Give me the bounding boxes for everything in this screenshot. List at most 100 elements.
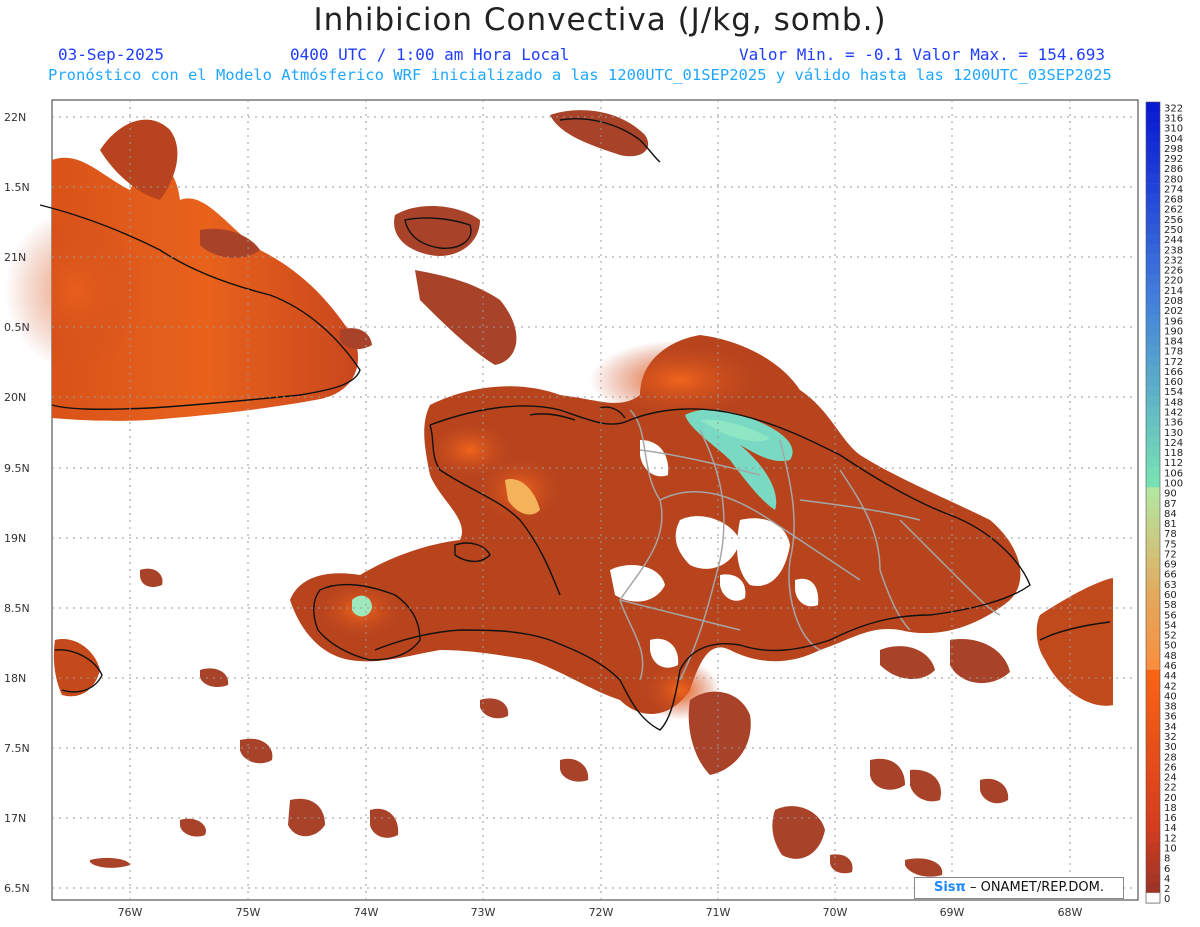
- legend-swatch: [1146, 497, 1160, 508]
- lon-label: 72W: [589, 906, 614, 919]
- legend-swatch: [1146, 578, 1160, 589]
- legend-swatch: [1146, 517, 1160, 529]
- legend-swatch: [1146, 467, 1160, 478]
- legend-swatch: [1146, 710, 1160, 721]
- legend-swatch: [1146, 862, 1160, 873]
- legend-swatch: [1146, 771, 1160, 782]
- legend-swatch: [1146, 203, 1160, 214]
- legend-swatch: [1145, 892, 1161, 904]
- legend-swatch: [1146, 720, 1160, 731]
- legend-swatch: [1146, 852, 1160, 863]
- legend-swatch: [1146, 406, 1160, 417]
- legend-swatch: [1146, 598, 1160, 610]
- legend-swatch: [1146, 750, 1160, 762]
- legend-swatch: [1146, 456, 1160, 468]
- legend-swatch: [1146, 558, 1160, 569]
- legend-swatch: [1146, 152, 1160, 164]
- legend-swatch: [1146, 548, 1160, 559]
- legend-swatch: [1146, 264, 1160, 275]
- legend-swatch: [1146, 700, 1160, 711]
- legend-swatch: [1146, 872, 1160, 884]
- legend-swatch: [1146, 649, 1160, 660]
- legend-swatch: [1146, 761, 1160, 772]
- legend-swatch: [1146, 821, 1160, 833]
- lat-label: 1.5N: [4, 181, 30, 194]
- field-hotspot-2: [425, 420, 515, 480]
- legend-swatch: [1146, 335, 1160, 346]
- legend-swatch: [1146, 811, 1160, 823]
- legend-swatch: [1146, 274, 1160, 285]
- legend-swatch: [1146, 325, 1160, 336]
- legend-swatch: [1146, 314, 1160, 326]
- legend-swatch: [1146, 396, 1160, 407]
- legend-swatch: [1146, 284, 1160, 295]
- legend-swatch: [1146, 537, 1160, 549]
- legend-swatch: [1146, 477, 1160, 488]
- legend-swatch: [1146, 487, 1160, 498]
- color-legend: 3223163103042982922862802742682622562502…: [1145, 101, 1183, 905]
- legend-swatch: [1146, 436, 1160, 448]
- legend-swatch: [1146, 172, 1160, 184]
- legend-swatch: [1146, 416, 1160, 427]
- legend-swatch: [1146, 254, 1160, 265]
- legend-swatch: [1146, 223, 1160, 235]
- legend-swatch: [1146, 345, 1160, 356]
- legend-swatch: [1146, 243, 1160, 255]
- legend-swatch: [1146, 639, 1160, 650]
- lat-label: 8.5N: [4, 602, 30, 615]
- lon-label: 76W: [118, 906, 143, 919]
- legend-swatch: [1146, 193, 1160, 204]
- legend-swatch: [1146, 679, 1160, 691]
- legend-swatch: [1146, 304, 1160, 316]
- lat-label: 20N: [4, 391, 26, 404]
- legend-swatch: [1146, 355, 1160, 366]
- legend-swatch: [1146, 669, 1160, 681]
- legend-swatch: [1146, 122, 1160, 133]
- legend-swatch: [1146, 142, 1160, 153]
- field-hotspot-3: [590, 340, 770, 420]
- lon-label: 75W: [236, 906, 261, 919]
- lon-label: 71W: [706, 906, 731, 919]
- legend-swatch: [1146, 527, 1160, 539]
- legend-swatch: [1146, 426, 1160, 437]
- legend-swatch: [1146, 162, 1160, 174]
- legend-swatch: [1146, 608, 1160, 620]
- lon-label: 74W: [354, 906, 379, 919]
- lat-label: 0.5N: [4, 321, 30, 334]
- legend-swatch: [1146, 842, 1160, 853]
- lat-label: 22N: [4, 111, 26, 124]
- legend-swatch: [1146, 690, 1160, 701]
- legend-swatch: [1146, 882, 1160, 894]
- legend-swatch: [1146, 112, 1160, 123]
- lat-label: 7.5N: [4, 742, 30, 755]
- lat-label: 19N: [4, 532, 26, 545]
- lon-label: 69W: [940, 906, 965, 919]
- credit-box: Sisπ – ONAMET/REP.DOM.: [914, 877, 1124, 899]
- lat-label: 18N: [4, 672, 26, 685]
- lat-label: 21N: [4, 251, 26, 264]
- legend-swatch: [1146, 801, 1160, 813]
- legend-swatch: [1146, 740, 1160, 752]
- lon-label: 68W: [1058, 906, 1083, 919]
- lat-label: 6.5N: [4, 882, 30, 895]
- lat-label: 17N: [4, 812, 26, 825]
- legend-swatch: [1146, 102, 1160, 113]
- lon-label: 73W: [471, 906, 496, 919]
- legend-swatch: [1146, 294, 1160, 306]
- legend-swatch: [1146, 619, 1160, 630]
- legend-swatch: [1146, 132, 1160, 143]
- credit-text: – ONAMET/REP.DOM.: [969, 880, 1104, 895]
- lon-label: 70W: [823, 906, 848, 919]
- lat-label: 9.5N: [4, 462, 30, 475]
- convective-inhibition-map: 22N 1.5N 21N 0.5N 20N 9.5N 19N 8.5N 18N …: [4, 99, 1183, 919]
- legend-label: 0: [1164, 894, 1170, 905]
- legend-swatch: [1146, 446, 1160, 458]
- legend-swatch: [1146, 507, 1160, 519]
- sispi-logo: Sisπ: [933, 880, 966, 895]
- legend-swatch: [1146, 730, 1160, 742]
- legend-swatch: [1146, 781, 1160, 792]
- legend-swatch: [1146, 183, 1160, 194]
- legend-swatch: [1146, 588, 1160, 600]
- legend-swatch: [1146, 233, 1160, 245]
- legend-swatch: [1146, 213, 1160, 224]
